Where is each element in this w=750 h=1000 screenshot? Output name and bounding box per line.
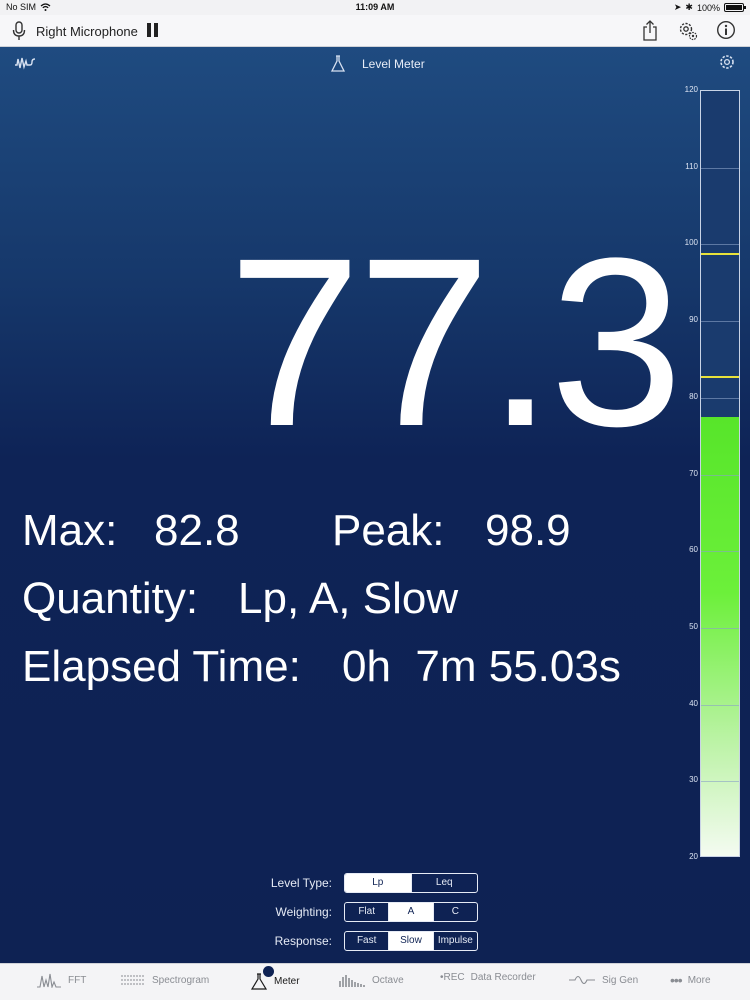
max-value: 82.8 — [154, 506, 240, 555]
tab-fft-label: FFT — [68, 974, 87, 986]
meter-tick-label: 80 — [689, 391, 698, 401]
meter-tick-label: 90 — [689, 315, 698, 325]
microphone-icon[interactable] — [12, 21, 26, 41]
tab-spectrogram-label: Spectrogram — [152, 974, 210, 986]
page-title: Level Meter — [362, 57, 425, 71]
weighting-label: Weighting: — [275, 905, 332, 919]
fft-icon — [37, 973, 61, 988]
active-badge-icon — [263, 966, 274, 977]
peak-label: Peak: — [332, 506, 445, 555]
weighting-a[interactable]: A — [389, 903, 434, 921]
level-meter-view: Level Meter 77.3 Max: 82.8 Peak: 98.9 Qu… — [0, 47, 750, 963]
rec-icon: •REC — [440, 972, 465, 983]
meter-gridline — [701, 244, 739, 246]
peak-value: 98.9 — [485, 506, 571, 555]
waveform-icon[interactable] — [14, 55, 36, 71]
meter-tick-label: 20 — [689, 852, 698, 861]
weighting-row: Weighting: Flat A C — [0, 902, 750, 922]
meter-tick-label: 50 — [689, 621, 698, 631]
level-type-leq[interactable]: Leq — [412, 874, 478, 892]
level-type-row: Level Type: Lp Leq — [0, 873, 750, 893]
response-row: Response: Fast Slow Impulse — [0, 931, 750, 951]
response-selector: Fast Slow Impulse — [344, 931, 478, 951]
meter-settings-icon[interactable] — [718, 53, 736, 71]
level-type-label: Level Type: — [270, 876, 332, 890]
tab-bar: FFT Spectrogram Meter Octave •REC Data R… — [0, 963, 750, 1000]
toolbar: Right Microphone — [0, 15, 750, 47]
tab-more[interactable]: ••• More — [670, 972, 711, 988]
settings-gear-icon[interactable] — [677, 20, 699, 42]
meter-gridline — [701, 321, 739, 323]
weighting-flat[interactable]: Flat — [345, 903, 390, 921]
quantity-value: Lp, A, Slow — [238, 574, 459, 623]
tab-sig-gen-label: Sig Gen — [602, 974, 639, 986]
bluetooth-icon: ✱ — [685, 2, 693, 12]
meter-tick-label: 60 — [689, 545, 698, 555]
tab-data-recorder-label: Data Recorder — [470, 972, 536, 983]
response-fast[interactable]: Fast — [345, 932, 390, 950]
meter-tick-label: 40 — [689, 698, 698, 708]
status-bar: No SIM 11:09 AM ➤ ✱ 100% — [0, 0, 750, 15]
weighting-selector: Flat A C — [344, 902, 478, 922]
meter-tick-label: 110 — [685, 161, 698, 171]
battery-percent: 100% — [696, 2, 720, 13]
tab-octave[interactable]: Octave — [338, 972, 404, 988]
meter-gridline — [701, 474, 739, 476]
meter-tick-label: 100 — [684, 238, 698, 248]
elapsed-time-value: 0h 7m 55.03s — [342, 642, 621, 691]
weighting-c[interactable]: C — [434, 903, 477, 921]
max-marker — [701, 376, 739, 379]
pause-button[interactable] — [146, 23, 158, 37]
tab-fft[interactable]: FFT — [36, 972, 86, 988]
meter-gridline — [701, 167, 739, 169]
tab-spectrogram[interactable]: Spectrogram — [120, 972, 209, 988]
quantity-label: Quantity: — [22, 574, 199, 623]
meter-gridline — [701, 781, 739, 783]
meter-gridline — [701, 551, 739, 553]
battery-icon — [724, 3, 746, 12]
level-type-selector: Lp Leq — [344, 873, 478, 893]
tab-more-label: More — [687, 974, 711, 986]
elapsed-time-label: Elapsed Time: — [22, 642, 301, 691]
max-label: Max: — [22, 506, 118, 555]
level-type-lp[interactable]: Lp — [345, 874, 412, 892]
level-bar-fill — [701, 416, 739, 856]
more-icon: ••• — [670, 972, 683, 988]
share-icon[interactable] — [642, 20, 658, 42]
level-bar-meter — [700, 90, 740, 857]
tab-sig-gen[interactable]: Sig Gen — [568, 972, 638, 988]
info-icon[interactable] — [716, 20, 736, 40]
meter-tick-label: 120 — [684, 85, 698, 94]
sig-gen-icon — [569, 975, 595, 985]
meter-tick-label: 30 — [689, 775, 698, 785]
tab-meter[interactable]: Meter — [250, 966, 300, 990]
flask-icon — [330, 55, 346, 72]
tab-meter-label: Meter — [274, 975, 300, 987]
octave-icon — [339, 975, 365, 987]
response-impulse[interactable]: Impulse — [434, 932, 477, 950]
location-icon: ➤ — [673, 2, 682, 12]
current-level-value: 77.3 — [228, 208, 683, 476]
peak-marker — [701, 252, 739, 255]
response-label: Response: — [274, 934, 332, 948]
meter-gridline — [701, 627, 739, 629]
tab-data-recorder[interactable]: •REC Data Recorder — [440, 972, 536, 983]
response-slow[interactable]: Slow — [389, 932, 434, 950]
meter-gridline — [701, 704, 739, 706]
tab-octave-label: Octave — [372, 974, 404, 986]
input-source-label[interactable]: Right Microphone — [36, 24, 138, 39]
spectrogram-icon — [121, 975, 145, 985]
clock: 11:09 AM — [355, 2, 395, 12]
meter-tick-label: 70 — [689, 468, 698, 478]
meter-gridline — [701, 397, 739, 399]
